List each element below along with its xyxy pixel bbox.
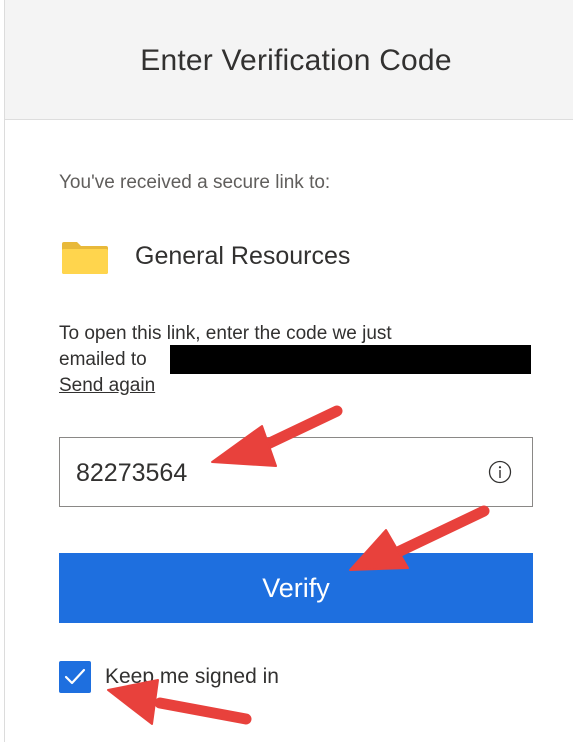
- info-icon[interactable]: [488, 460, 512, 484]
- received-link-text: You've received a secure link to:: [59, 172, 331, 193]
- keep-signed-in-row[interactable]: Keep me signed in: [59, 660, 279, 694]
- verification-dialog: Enter Verification Code You've received …: [4, 0, 573, 742]
- verify-button[interactable]: Verify: [59, 553, 533, 623]
- redacted-email: [170, 345, 531, 374]
- send-again-link[interactable]: Send again: [59, 375, 155, 397]
- verification-code-field[interactable]: [59, 437, 533, 507]
- page-title: Enter Verification Code: [140, 44, 452, 77]
- keep-signed-in-label: Keep me signed in: [105, 665, 279, 688]
- keep-signed-in-checkbox[interactable]: [59, 661, 91, 693]
- instructions-line-1: To open this link, enter the code we jus…: [59, 323, 392, 344]
- checkmark-icon: [64, 668, 86, 685]
- dialog-header: Enter Verification Code: [5, 0, 573, 120]
- folder-icon: [62, 242, 108, 274]
- verification-code-input[interactable]: [76, 456, 456, 490]
- resource-name: General Resources: [135, 242, 351, 270]
